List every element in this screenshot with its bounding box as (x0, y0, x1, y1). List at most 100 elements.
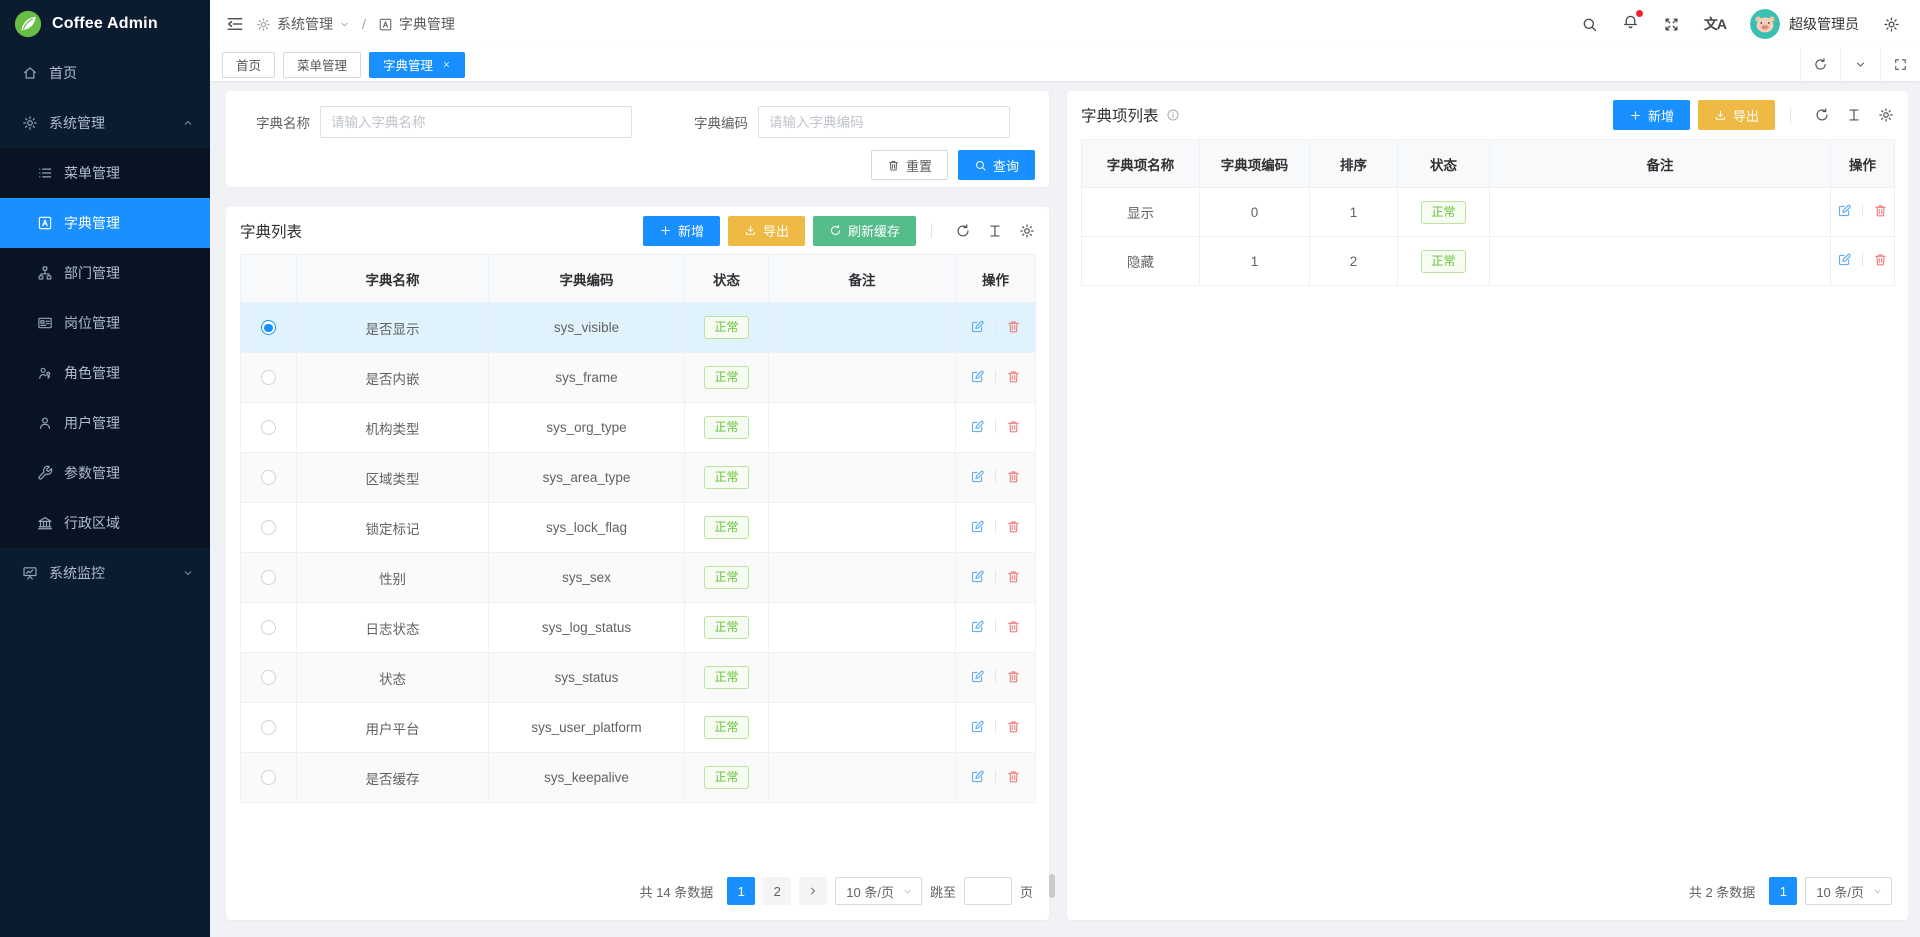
row-radio[interactable] (261, 520, 276, 535)
row-radio[interactable] (261, 470, 276, 485)
sidebar-item-menu-mgmt[interactable]: 菜单管理 (0, 148, 210, 198)
sidebar-item-role-mgmt[interactable]: 角色管理 (0, 348, 210, 398)
info-icon[interactable] (1166, 108, 1180, 122)
delete-icon[interactable] (1873, 252, 1888, 267)
edit-icon[interactable] (970, 619, 985, 634)
user-menu[interactable]: 超级管理员 (1750, 9, 1859, 39)
dict-row[interactable]: 状态sys_status正常 (241, 653, 1036, 703)
tab-2[interactable]: 字典管理 (369, 52, 465, 78)
dict-row[interactable]: 日志状态sys_log_status正常 (241, 603, 1036, 653)
row-radio[interactable] (261, 320, 276, 335)
dict-row[interactable]: 是否内嵌sys_frame正常 (241, 353, 1036, 403)
dict-row[interactable]: 机构类型sys_org_type正常 (241, 403, 1036, 453)
delete-icon[interactable] (1006, 769, 1021, 784)
row-radio[interactable] (261, 370, 276, 385)
edit-icon[interactable] (970, 319, 985, 334)
row-radio[interactable] (261, 770, 276, 785)
fullscreen-icon[interactable] (1663, 16, 1680, 33)
delete-icon[interactable] (1006, 369, 1021, 384)
delete-icon[interactable] (1006, 319, 1021, 334)
sidebar-item-home[interactable]: 首页 (0, 48, 210, 98)
row-radio[interactable] (261, 670, 276, 685)
page-button-2[interactable]: 2 (763, 877, 791, 905)
delete-icon[interactable] (1006, 519, 1021, 534)
edit-icon[interactable] (970, 469, 985, 484)
export-dict-button[interactable]: 导出 (728, 216, 805, 246)
dict-row[interactable]: 锁定标记sys_lock_flag正常 (241, 503, 1036, 553)
tab-close-icon[interactable] (442, 60, 451, 69)
page-button-1[interactable]: 1 (727, 877, 755, 905)
delete-icon[interactable] (1006, 669, 1021, 684)
dict-row[interactable]: 用户平台sys_user_platform正常 (241, 703, 1036, 753)
page-button-1[interactable]: 1 (1769, 877, 1797, 905)
edit-icon[interactable] (1837, 203, 1852, 218)
sidebar-item-user-mgmt[interactable]: 用户管理 (0, 398, 210, 448)
edit-icon[interactable] (970, 519, 985, 534)
table-refresh-icon[interactable] (1814, 107, 1830, 123)
edit-icon[interactable] (970, 669, 985, 684)
tabs-maximize-button[interactable] (1880, 48, 1920, 81)
table-settings-icon[interactable] (1019, 223, 1035, 239)
page-size-select[interactable]: 10 条/页 (1805, 877, 1892, 905)
translate-icon[interactable]: 文A (1704, 14, 1726, 34)
dict-row[interactable]: 是否显示sys_visible正常 (241, 303, 1036, 353)
table-density-icon[interactable] (1846, 107, 1862, 123)
reset-button[interactable]: 重置 (871, 150, 948, 180)
notification-bell[interactable] (1622, 13, 1639, 35)
search-icon[interactable] (1581, 16, 1598, 33)
dict-item-row[interactable]: 显示01正常 (1082, 188, 1895, 237)
app-logo[interactable]: Coffee Admin (0, 0, 210, 48)
dict-row[interactable]: 区域类型sys_area_type正常 (241, 453, 1036, 503)
sidebar-item-dept-mgmt[interactable]: 部门管理 (0, 248, 210, 298)
sidebar-item-dict-mgmt[interactable]: 字典管理 (0, 198, 210, 248)
edit-icon[interactable] (970, 769, 985, 784)
edit-icon[interactable] (970, 719, 985, 734)
tabs-dropdown-button[interactable] (1840, 48, 1880, 81)
delete-icon[interactable] (1006, 719, 1021, 734)
row-radio[interactable] (261, 420, 276, 435)
tab-1[interactable]: 菜单管理 (283, 52, 361, 78)
page-next-button[interactable] (799, 877, 827, 905)
row-radio[interactable] (261, 570, 276, 585)
page-size-select[interactable]: 10 条/页 (835, 877, 922, 905)
edit-icon[interactable] (1837, 252, 1852, 267)
export-dict-item-button[interactable]: 导出 (1698, 100, 1775, 130)
jump-input[interactable] (964, 877, 1012, 905)
cell-name: 是否缓存 (297, 753, 489, 803)
dict-row[interactable]: 性别sys_sex正常 (241, 553, 1036, 603)
scrollbar-thumb[interactable] (1049, 874, 1055, 898)
breadcrumb-dict[interactable]: 字典管理 (378, 14, 455, 34)
sidebar-item-post-mgmt[interactable]: 岗位管理 (0, 298, 210, 348)
sidebar-item-system-mgmt[interactable]: 系统管理 (0, 98, 210, 148)
dict-name-input[interactable] (320, 106, 632, 138)
sidebar-collapse-icon[interactable] (226, 15, 244, 33)
breadcrumb-system[interactable]: 系统管理 (256, 14, 350, 34)
edit-icon[interactable] (970, 569, 985, 584)
row-radio[interactable] (261, 720, 276, 735)
delete-icon[interactable] (1006, 419, 1021, 434)
delete-icon[interactable] (1006, 569, 1021, 584)
edit-icon[interactable] (970, 419, 985, 434)
edit-icon[interactable] (970, 369, 985, 384)
delete-icon[interactable] (1006, 619, 1021, 634)
row-ops (970, 469, 1021, 484)
sidebar-item-sys-monitor[interactable]: 系统监控 (0, 548, 210, 598)
tab-0[interactable]: 首页 (222, 52, 275, 78)
table-settings-icon[interactable] (1878, 107, 1894, 123)
tabs-refresh-button[interactable] (1800, 48, 1840, 81)
add-dict-button[interactable]: 新增 (643, 216, 720, 246)
row-radio[interactable] (261, 620, 276, 635)
dict-code-input[interactable] (758, 106, 1010, 138)
delete-icon[interactable] (1873, 203, 1888, 218)
dict-item-row[interactable]: 隐藏12正常 (1082, 237, 1895, 286)
dict-row[interactable]: 是否缓存sys_keepalive正常 (241, 753, 1036, 803)
query-button[interactable]: 查询 (958, 150, 1035, 180)
sidebar-item-param-mgmt[interactable]: 参数管理 (0, 448, 210, 498)
table-refresh-icon[interactable] (955, 223, 971, 239)
settings-gear-icon[interactable] (1883, 16, 1900, 33)
add-dict-item-button[interactable]: 新增 (1613, 100, 1690, 130)
delete-icon[interactable] (1006, 469, 1021, 484)
table-density-icon[interactable] (987, 223, 1003, 239)
refresh-cache-button[interactable]: 刷新缓存 (813, 216, 916, 246)
sidebar-item-admin-area[interactable]: 行政区域 (0, 498, 210, 548)
